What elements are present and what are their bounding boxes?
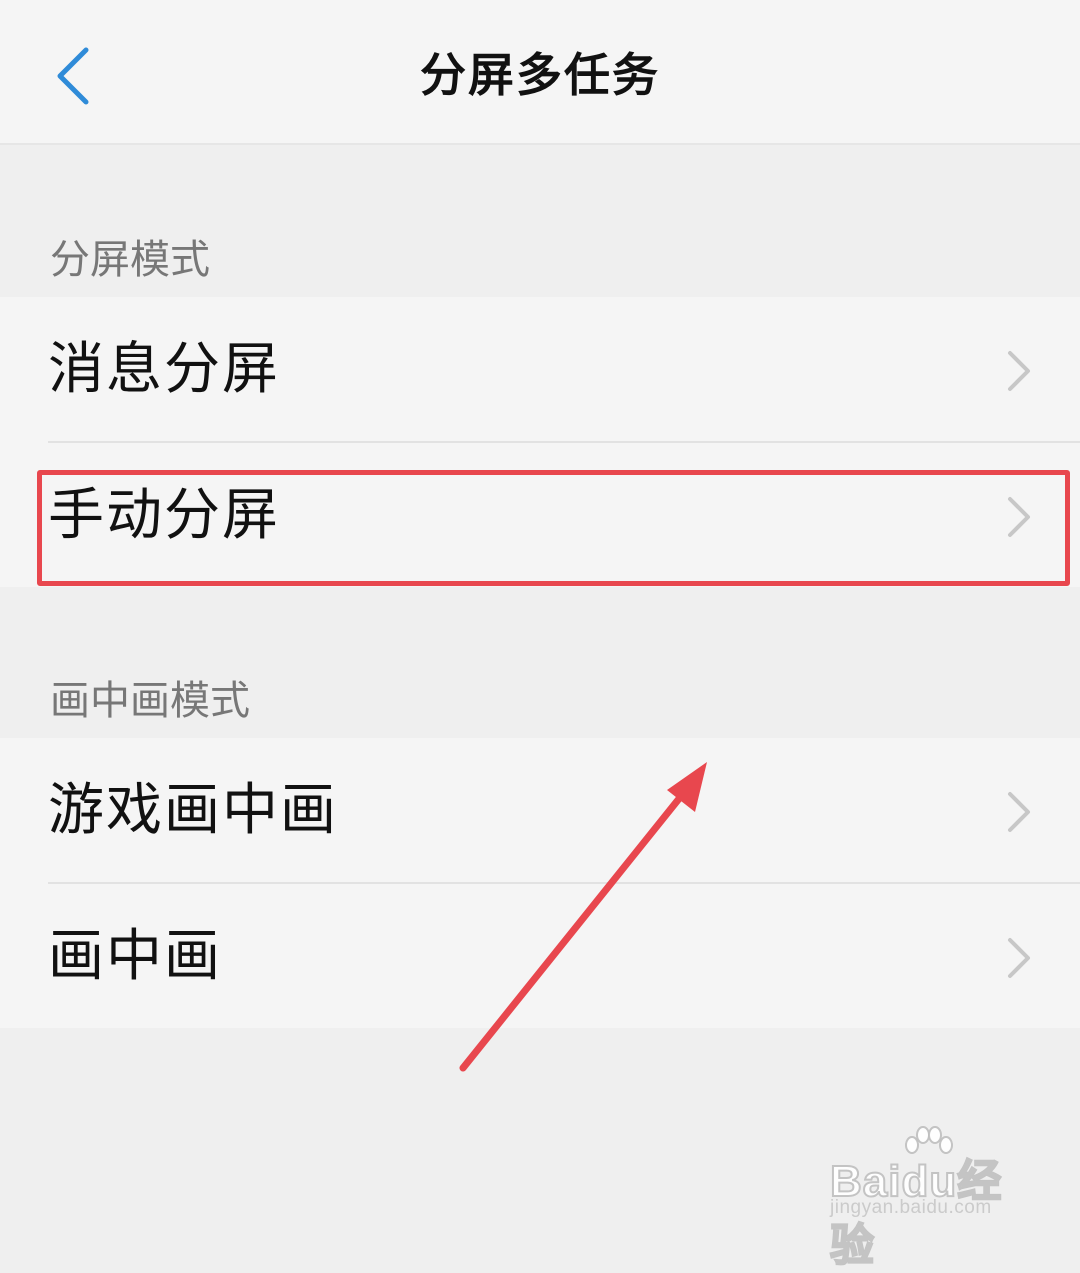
list-item-pip[interactable]: 画中画 (0, 884, 1080, 1029)
section-header-pip: 画中画模式 (50, 678, 250, 724)
list-item-manual-split[interactable]: 手动分屏 (0, 443, 1080, 588)
baidu-jingyan-watermark: Baidu经验 jingyan.baidu.com (829, 1125, 1030, 1271)
list-item-label: 游戏画中画 (48, 778, 338, 843)
header-bar: 分屏多任务 (0, 0, 1080, 145)
chevron-right-icon (1008, 351, 1030, 391)
section-header-split-screen: 分屏模式 (50, 237, 210, 283)
list-item-label: 消息分屏 (48, 337, 280, 402)
pip-group: 游戏画中画 画中画 (0, 738, 1080, 1028)
chevron-right-icon (1008, 497, 1030, 537)
list-item-label: 手动分屏 (48, 483, 280, 548)
chevron-right-icon (1008, 938, 1030, 978)
list-item-label: 画中画 (48, 924, 222, 989)
page-title: 分屏多任务 (420, 48, 660, 102)
list-item-game-pip[interactable]: 游戏画中画 (0, 738, 1080, 883)
arrow-annotation (459, 762, 707, 1072)
split-screen-group: 消息分屏 手动分屏 (0, 297, 1080, 587)
watermark-url: jingyan.baidu.com (830, 1197, 992, 1218)
list-item-message-split[interactable]: 消息分屏 (0, 297, 1080, 442)
chevron-right-icon (1008, 792, 1030, 832)
